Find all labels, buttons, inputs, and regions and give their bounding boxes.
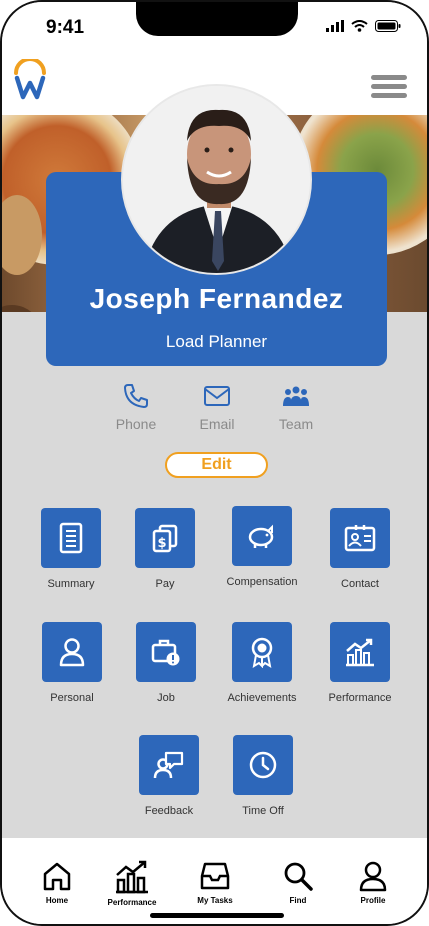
notch [136, 2, 298, 36]
nav-find[interactable]: Find [258, 860, 338, 905]
inbox-icon [200, 862, 230, 890]
battery-icon [375, 20, 401, 32]
nav-profile[interactable]: Profile [333, 860, 413, 905]
profile-name: Joseph Fernandez [89, 283, 344, 314]
tile-label: Achievements [227, 692, 297, 704]
tile-label: Performance [328, 692, 392, 704]
person-icon [59, 638, 85, 667]
tile-label: Summary [47, 578, 95, 590]
tile-achievements[interactable]: Achievements [217, 622, 307, 704]
chart-icon [116, 860, 148, 894]
nav-label: Performance [107, 898, 157, 907]
tile-label: Personal [50, 692, 94, 704]
tile-label: Contact [341, 578, 379, 590]
nav-label: Profile [360, 896, 386, 905]
phone-label: Phone [115, 416, 157, 432]
tile-job[interactable]: Job [121, 622, 211, 704]
phone-button[interactable]: Phone [101, 382, 171, 432]
feedback-icon [153, 751, 184, 779]
nav-label: Home [45, 896, 69, 905]
clock-icon [249, 751, 277, 779]
status-bar: 9:41 [2, 2, 427, 57]
avatar [121, 84, 312, 275]
tile-personal[interactable]: Personal [27, 622, 117, 704]
tile-label: Time Off [242, 805, 284, 817]
workday-logo [14, 59, 46, 100]
svg-text:$: $ [157, 536, 166, 551]
tile-label: Job [157, 692, 175, 704]
award-icon [251, 637, 273, 668]
team-button[interactable]: Team [261, 382, 331, 432]
team-icon [283, 386, 309, 406]
nav-label: My Tasks [197, 896, 233, 905]
contact-card-icon [344, 525, 376, 552]
briefcase-icon [151, 639, 180, 666]
wifi-icon [351, 20, 368, 32]
hamburger-menu-button[interactable] [371, 75, 407, 99]
phone-icon [124, 384, 148, 408]
nav-home[interactable]: Home [17, 860, 97, 905]
home-icon [43, 862, 71, 891]
tile-label: Feedback [144, 805, 194, 817]
profile-role: Load Planner [165, 332, 268, 351]
nav-label: Find [289, 896, 307, 905]
tile-time-off[interactable]: Time Off [218, 735, 308, 817]
edit-button[interactable]: Edit [165, 452, 268, 478]
nav-performance[interactable]: Performance [92, 860, 172, 907]
nav-my-tasks[interactable]: My Tasks [175, 860, 255, 905]
home-indicator[interactable] [150, 913, 284, 918]
tile-performance[interactable]: Performance [315, 622, 405, 704]
tile-summary[interactable]: Summary [26, 508, 116, 590]
tile-feedback[interactable]: Feedback [124, 735, 214, 817]
profile-icon [359, 861, 387, 892]
status-time: 9:41 [46, 17, 85, 38]
status-icons [326, 20, 401, 32]
signal-icon [326, 20, 344, 32]
tile-contact[interactable]: Contact [315, 508, 405, 590]
pay-icon: $ [152, 524, 178, 553]
email-label: Email [199, 416, 235, 432]
tile-label: Compensation [226, 576, 298, 588]
email-button[interactable]: Email [182, 382, 252, 432]
email-icon [204, 386, 230, 406]
tile-pay[interactable]: $ Pay [120, 508, 210, 590]
document-icon [59, 522, 83, 554]
team-label: Team [278, 416, 314, 432]
search-icon [284, 862, 313, 891]
phone-screen: 9:41 Joseph Fernandez Load Planner Phone… [0, 0, 429, 926]
piggy-bank-icon [248, 524, 274, 548]
tile-compensation[interactable]: Compensation [217, 506, 307, 588]
chart-icon [346, 638, 374, 667]
person-photo [123, 86, 310, 273]
tile-label: Pay [155, 578, 175, 590]
